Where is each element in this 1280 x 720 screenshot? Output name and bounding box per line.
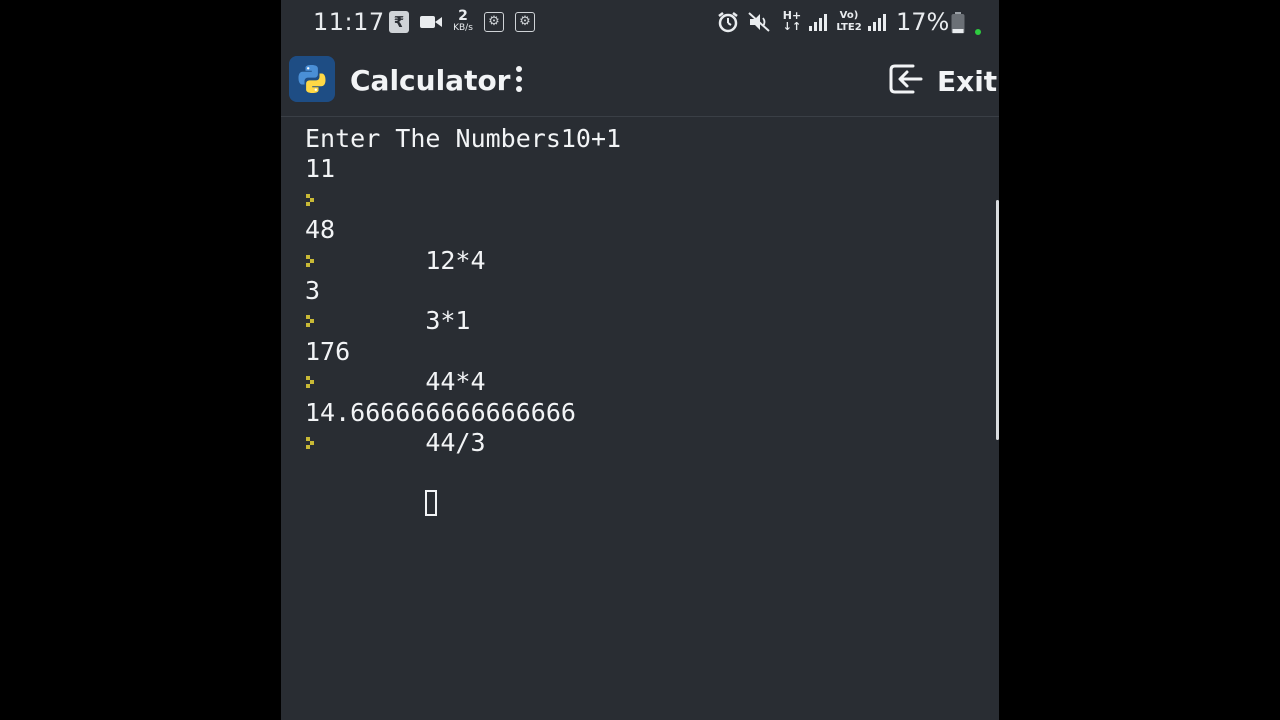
python-logo-icon xyxy=(289,56,335,102)
lte-label: LTE2 xyxy=(836,22,862,33)
exit-label: Exit xyxy=(937,65,998,98)
console-input-line: 12*4 xyxy=(305,185,985,275)
privacy-indicator-dot xyxy=(975,29,981,35)
status-bar: 11:17 ₹ 2 KB/s ⚙ ⚙ H+ ↓↑ Vo) LTE2 17% xyxy=(281,0,999,46)
console-result-line: 11 xyxy=(305,154,336,184)
signal-strength-icon xyxy=(809,14,827,31)
console-result-line: 14.666666666666666 xyxy=(305,397,576,427)
prompt-chevron-icon xyxy=(306,254,314,267)
more-options-icon[interactable] xyxy=(507,64,531,96)
data-speed-value: 2 xyxy=(458,8,468,24)
console-active-input-line[interactable] xyxy=(305,428,985,516)
phone-screen: 11:17 ₹ 2 KB/s ⚙ ⚙ H+ ↓↑ Vo) LTE2 17% Ca… xyxy=(281,0,999,720)
app-title: Calculator xyxy=(350,64,511,97)
notification-app-icon: ⚙ xyxy=(484,12,504,32)
prompt-chevron-icon xyxy=(306,315,314,328)
prompt-chevron-icon xyxy=(306,376,314,389)
console-header-line: Enter The Numbers10+1 xyxy=(305,124,622,153)
console-input-line: 44*4 xyxy=(305,306,985,396)
data-speed-unit: KB/s xyxy=(453,23,473,33)
video-camera-icon xyxy=(420,16,442,28)
volte-icon: Vo) LTE2 xyxy=(834,10,864,34)
console-output[interactable]: Enter The Numbers10+1 11 12*4 48 3*1 3 4… xyxy=(305,124,985,516)
alarm-icon xyxy=(718,12,738,33)
signal-strength-icon xyxy=(868,14,886,31)
status-time: 11:17 xyxy=(313,8,385,36)
exit-icon xyxy=(889,64,923,94)
scrollbar[interactable] xyxy=(996,200,999,440)
console-input-line: 44/3 xyxy=(305,367,985,457)
rupee-icon: ₹ xyxy=(389,11,409,33)
battery-icon xyxy=(951,12,965,34)
app-bar: Calculator Exit xyxy=(281,50,999,117)
mute-icon xyxy=(748,12,770,32)
data-speed-indicator: 2 KB/s xyxy=(450,9,476,33)
prompt-chevron-icon xyxy=(306,436,314,449)
console-result-line: 176 xyxy=(305,336,351,366)
console-input-line: 3*1 xyxy=(305,246,985,335)
network-type-icon: H+ ↓↑ xyxy=(782,9,802,33)
prompt-chevron-icon xyxy=(306,193,314,206)
volte-label: Vo) xyxy=(839,10,859,21)
console-result-line: 48 xyxy=(305,215,336,245)
text-cursor[interactable] xyxy=(425,489,438,516)
network-hplus-label: H+ xyxy=(782,9,802,22)
exit-button[interactable]: Exit xyxy=(883,58,998,102)
notification-app-icon: ⚙ xyxy=(515,12,535,32)
battery-percent: 17% xyxy=(896,8,950,36)
console-result-line: 3 xyxy=(305,275,321,305)
